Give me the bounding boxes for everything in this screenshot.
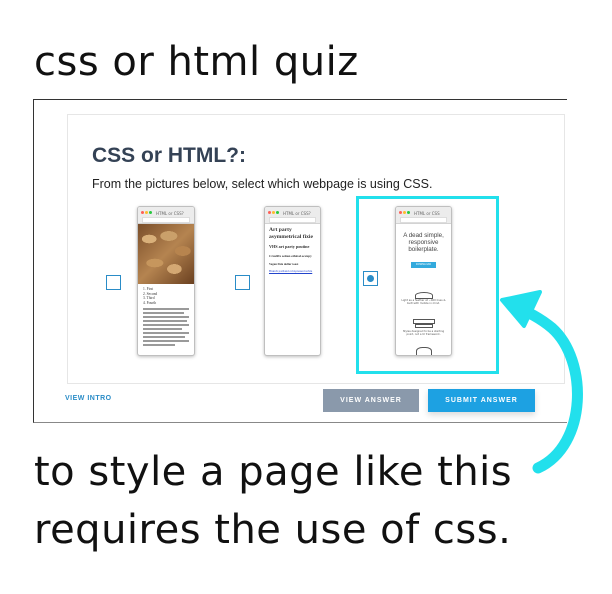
bottom-caption-line-2: requires the use of css. xyxy=(34,507,512,553)
bottom-caption: to style a page like this requires the u… xyxy=(34,443,512,559)
bottom-caption-line-1: to style a page like this xyxy=(34,449,513,495)
